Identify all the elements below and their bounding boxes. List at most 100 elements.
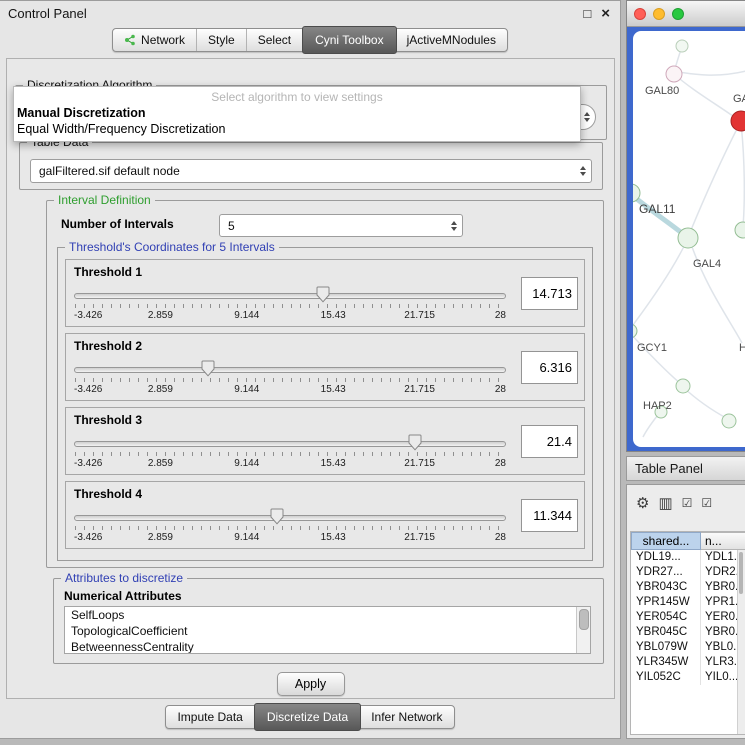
table-row[interactable]: YIL052C YIL0... bbox=[631, 670, 745, 685]
tab-select[interactable]: Select bbox=[247, 29, 303, 51]
list-item[interactable]: TopologicalCoefficient bbox=[65, 623, 590, 639]
slider-track[interactable] bbox=[74, 515, 506, 521]
bottom-tabbar: Impute Data Discretize Data Infer Networ… bbox=[0, 705, 620, 729]
node-gal80[interactable] bbox=[666, 66, 682, 82]
tab-network[interactable]: Network bbox=[113, 29, 197, 51]
threshold-value-field[interactable]: 14.713 bbox=[521, 277, 578, 310]
cell-shared-name[interactable]: YDL19... bbox=[631, 550, 701, 565]
slider-thumb[interactable] bbox=[201, 360, 215, 377]
interval-definition-title: Interval Definition bbox=[54, 193, 155, 207]
tab-cyni-toolbox[interactable]: Cyni Toolbox bbox=[302, 26, 396, 54]
threshold-value-field[interactable]: 6.316 bbox=[521, 351, 578, 384]
scale-label: 28 bbox=[495, 310, 506, 321]
table-row[interactable]: YBR045C YBR0... bbox=[631, 625, 745, 640]
table-row[interactable]: YPR145W YPR1... bbox=[631, 595, 745, 610]
node-red-selected[interactable] bbox=[731, 111, 745, 131]
node-gcy1[interactable] bbox=[633, 324, 637, 338]
close-traffic-light-icon[interactable] bbox=[634, 8, 646, 20]
cell-shared-name[interactable]: YLR345W bbox=[631, 655, 701, 670]
slider-track[interactable] bbox=[74, 367, 506, 373]
table-row[interactable]: YBR043C YBR0... bbox=[631, 580, 745, 595]
slider-thumb[interactable] bbox=[408, 434, 422, 451]
threshold-slider[interactable]: -3.426 2.859 9.144 15.43 21.715 28 bbox=[74, 432, 506, 470]
slider-track[interactable] bbox=[74, 293, 506, 299]
slider-track[interactable] bbox=[74, 441, 506, 447]
tab-cyni-toolbox-label: Cyni Toolbox bbox=[315, 33, 383, 47]
node[interactable] bbox=[676, 379, 690, 393]
tab-discretize-data-label: Discretize Data bbox=[267, 710, 348, 724]
cell-shared-name[interactable]: YBR045C bbox=[631, 625, 701, 640]
node-label-gal80: GAL80 bbox=[645, 85, 679, 97]
list-item[interactable]: BetweennessCentrality bbox=[65, 639, 590, 654]
slider-thumb[interactable] bbox=[316, 286, 330, 303]
scale-label: 9.144 bbox=[234, 532, 259, 543]
network-nodes[interactable] bbox=[633, 40, 745, 428]
tab-infer-network[interactable]: Infer Network bbox=[360, 706, 453, 728]
control-panel-titlebar: Control Panel □ × bbox=[0, 1, 620, 26]
node[interactable] bbox=[722, 414, 736, 428]
slider-thumb[interactable] bbox=[270, 508, 284, 525]
node-label-hap2: HAP2 bbox=[643, 400, 672, 412]
column-header-shared-name[interactable]: shared... bbox=[631, 532, 701, 550]
float-window-icon[interactable]: □ bbox=[583, 7, 591, 20]
threshold-slider[interactable]: -3.426 2.859 9.144 15.43 21.715 28 bbox=[74, 506, 506, 544]
list-scrollbar[interactable] bbox=[576, 607, 590, 653]
columns-icon[interactable]: ▥ bbox=[658, 496, 672, 511]
slider-ticks bbox=[75, 526, 505, 530]
column-header-name[interactable]: n... bbox=[701, 532, 745, 550]
cell-shared-name[interactable]: YER054C bbox=[631, 610, 701, 625]
network-graph: GAL80 GA GAL11 GAL4 GCY1 H HAP2 bbox=[633, 31, 745, 447]
scrollbar-thumb[interactable] bbox=[739, 552, 743, 594]
node-label-partial: H bbox=[739, 342, 745, 354]
cell-shared-name[interactable]: YPR145W bbox=[631, 595, 701, 610]
tab-jactivemnodules-label: jActiveMNodules bbox=[407, 33, 496, 47]
tab-impute-data[interactable]: Impute Data bbox=[166, 706, 254, 728]
threshold-value-field[interactable]: 21.4 bbox=[521, 425, 578, 458]
tab-style[interactable]: Style bbox=[197, 29, 247, 51]
cell-shared-name[interactable]: YBL079W bbox=[631, 640, 701, 655]
minimize-traffic-light-icon[interactable] bbox=[653, 8, 665, 20]
table-row[interactable]: YER054C YER0... bbox=[631, 610, 745, 625]
combo-stepper-icon bbox=[580, 166, 586, 176]
cell-shared-name[interactable]: YIL052C bbox=[631, 670, 701, 685]
close-icon[interactable]: × bbox=[601, 6, 610, 21]
network-window-titlebar bbox=[627, 1, 745, 27]
dropdown-option-equal-width[interactable]: Equal Width/Frequency Discretization bbox=[14, 121, 580, 137]
apply-button[interactable]: Apply bbox=[277, 672, 345, 696]
cyni-toolbox-panel: Discretization Algorithm Select algorith… bbox=[6, 58, 615, 699]
scrollbar-thumb[interactable] bbox=[579, 609, 589, 630]
numerical-attributes-list[interactable]: SelfLoops TopologicalCoefficient Between… bbox=[64, 606, 591, 654]
table-row[interactable]: YBL079W YBL0... bbox=[631, 640, 745, 655]
checkbox-icon[interactable]: ☑ bbox=[682, 497, 693, 509]
network-canvas[interactable]: GAL80 GA GAL11 GAL4 GCY1 H HAP2 bbox=[633, 31, 745, 447]
threshold-label: Threshold 2 bbox=[74, 339, 142, 353]
tab-discretize-data[interactable]: Discretize Data bbox=[254, 703, 361, 731]
table-row[interactable]: YDL19... YDL1... bbox=[631, 550, 745, 565]
slider-scale: -3.426 2.859 9.144 15.43 21.715 28 bbox=[74, 532, 506, 544]
scale-label: 28 bbox=[495, 384, 506, 395]
window-controls: □ × bbox=[583, 6, 610, 21]
dropdown-option-manual-discretization[interactable]: Manual Discretization bbox=[14, 105, 580, 121]
node-gal4[interactable] bbox=[678, 228, 698, 248]
table-data-combobox[interactable]: galFiltered.sif default node bbox=[30, 159, 592, 183]
table-scrollbar[interactable] bbox=[737, 550, 745, 734]
gear-icon[interactable]: ⚙ bbox=[636, 496, 649, 511]
threshold-value-field[interactable]: 11.344 bbox=[521, 499, 578, 532]
threshold-slider[interactable]: -3.426 2.859 9.144 15.43 21.715 28 bbox=[74, 358, 506, 396]
cell-shared-name[interactable]: YDR27... bbox=[631, 565, 701, 580]
node[interactable] bbox=[676, 40, 688, 52]
table-row[interactable]: YDR27... YDR2... bbox=[631, 565, 745, 580]
checkbox-icon[interactable]: ☑ bbox=[701, 497, 712, 509]
node[interactable] bbox=[735, 222, 745, 238]
list-item[interactable]: SelfLoops bbox=[65, 607, 590, 623]
node-label-gcy1: GCY1 bbox=[637, 342, 667, 354]
node-table: shared... n... YDL19... YDL1... YDR27...… bbox=[630, 531, 745, 735]
table-panel-title: Table Panel bbox=[635, 461, 703, 476]
cell-shared-name[interactable]: YBR043C bbox=[631, 580, 701, 595]
scale-label: -3.426 bbox=[74, 310, 102, 321]
zoom-traffic-light-icon[interactable] bbox=[672, 8, 684, 20]
threshold-slider[interactable]: -3.426 2.859 9.144 15.43 21.715 28 bbox=[74, 284, 506, 322]
tab-jactivemnodules[interactable]: jActiveMNodules bbox=[396, 29, 507, 51]
number-of-intervals-combobox[interactable]: 5 bbox=[219, 214, 463, 237]
table-row[interactable]: YLR345W YLR3... bbox=[631, 655, 745, 670]
